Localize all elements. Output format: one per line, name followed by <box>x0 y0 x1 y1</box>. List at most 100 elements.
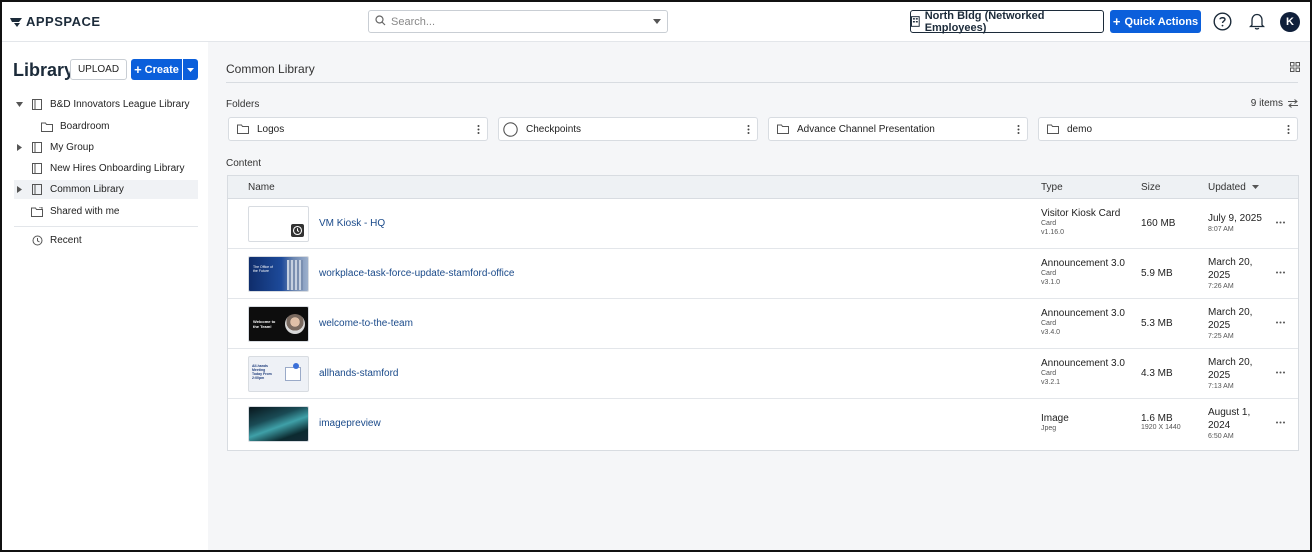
logo-mark-icon <box>10 17 22 27</box>
thumbnail-title: All-hands Meeting Today From 2:00pm <box>252 364 272 380</box>
create-button[interactable]: + Create <box>131 59 182 80</box>
thumbnail: Welcome to the Team! <box>248 306 309 342</box>
content-name-link[interactable]: welcome-to-the-team <box>319 318 413 329</box>
caret-down-icon[interactable] <box>15 102 23 107</box>
thumbnail-title: The Office of the Future <box>253 265 273 273</box>
sidebar-item-boardroom[interactable]: Boardroom <box>14 117 198 136</box>
table-row[interactable]: VM Kiosk - HQ Visitor Kiosk Card Card v1… <box>228 199 1298 249</box>
top-header: APPSPACE North Bldg (Networked Employees… <box>2 2 1310 42</box>
kebab-menu-icon[interactable] <box>747 124 750 134</box>
kebab-menu-icon[interactable] <box>1017 124 1020 134</box>
sidebar-item-my-group[interactable]: My Group <box>14 138 198 157</box>
sort-arrows-icon[interactable] <box>1288 99 1298 108</box>
search-box[interactable] <box>368 10 668 33</box>
sidebar-item-bd-innovators[interactable]: B&D Innovators League Library <box>14 95 198 114</box>
updated-date-line1: March 20, <box>1208 307 1253 318</box>
table-header: Name Type Size Updated <box>228 176 1298 199</box>
type-category: Card <box>1041 320 1057 327</box>
content-heading: Content <box>226 158 262 169</box>
content-name-link[interactable]: imagepreview <box>319 418 381 429</box>
sidebar-item-label: New Hires Onboarding Library <box>50 163 185 174</box>
sidebar-title: Library <box>13 60 75 80</box>
content-table: Name Type Size Updated VM Kiosk - HQ Vis… <box>227 175 1299 451</box>
app-window: APPSPACE North Bldg (Networked Employees… <box>0 0 1312 552</box>
library-icon <box>32 99 42 110</box>
quick-actions-label: Quick Actions <box>1124 15 1199 28</box>
updated-time: 7:25 AM <box>1208 333 1234 340</box>
portrait-photo <box>285 314 305 334</box>
kebab-menu-icon[interactable] <box>477 124 480 134</box>
help-icon[interactable] <box>1213 12 1232 31</box>
history-icon <box>32 235 42 246</box>
appspace-logo[interactable]: APPSPACE <box>10 14 101 29</box>
caret-right-icon[interactable] <box>16 186 22 193</box>
column-header-size[interactable]: Size <box>1141 182 1160 193</box>
column-header-type[interactable]: Type <box>1041 182 1063 193</box>
folder-name: Checkpoints <box>526 123 582 135</box>
item-count: 9 items <box>1251 98 1298 109</box>
column-header-updated[interactable]: Updated <box>1208 182 1246 193</box>
type-category: Card <box>1041 270 1057 277</box>
location-selector-button[interactable]: North Bldg (Networked Employees) <box>910 10 1104 34</box>
folder-name: Advance Channel Presentation <box>797 123 935 135</box>
more-options-icon[interactable] <box>1276 221 1285 224</box>
sidebar-item-shared-with-me[interactable]: Shared with me <box>14 202 198 221</box>
sidebar-item-label: My Group <box>50 142 94 153</box>
chevron-down-icon <box>187 67 194 72</box>
plus-icon: + <box>1112 13 1121 29</box>
library-sidebar: Library UPLOAD + Create B&D Innovators L… <box>2 42 208 550</box>
user-avatar[interactable]: K <box>1280 12 1300 32</box>
table-row[interactable]: All-hands Meeting Today From 2:00pm allh… <box>228 349 1298 399</box>
more-options-icon[interactable] <box>1276 421 1285 424</box>
content-name-link[interactable]: workplace-task-force-update-stamford-off… <box>319 268 514 279</box>
type-label: Image <box>1041 413 1069 424</box>
sidebar-item-common-library[interactable]: Common Library <box>14 180 198 199</box>
create-dropdown-button[interactable] <box>183 59 198 80</box>
more-options-icon[interactable] <box>1276 371 1285 374</box>
folder-icon <box>41 122 53 132</box>
shared-folder-icon <box>31 206 43 217</box>
main-content: Common Library Folders 9 items Logos Che… <box>208 42 1310 550</box>
folder-card-checkpoints[interactable]: Checkpoints <box>498 117 758 141</box>
search-input[interactable] <box>391 13 641 30</box>
kebab-menu-icon[interactable] <box>1287 124 1290 134</box>
type-version: v1.16.0 <box>1041 229 1064 236</box>
size-cell: 5.3 MB <box>1141 318 1201 329</box>
column-header-name[interactable]: Name <box>248 182 275 193</box>
sidebar-item-recent[interactable]: Recent <box>14 231 198 250</box>
folder-card-advance-channel[interactable]: Advance Channel Presentation <box>768 117 1028 141</box>
building-icon <box>911 16 920 27</box>
sort-desc-icon[interactable] <box>1252 185 1259 189</box>
type-label: Announcement 3.0 <box>1041 308 1125 319</box>
table-row[interactable]: The Office of the Future workplace-task-… <box>228 249 1298 299</box>
updated-date: July 9, 2025 <box>1208 213 1262 224</box>
updated-time: 7:26 AM <box>1208 283 1234 290</box>
size-value: 5.3 MB <box>1141 318 1173 329</box>
size-value: 1.6 MB <box>1141 413 1173 424</box>
folder-name: Logos <box>257 123 285 135</box>
updated-date-line2: 2025 <box>1208 320 1231 331</box>
type-cell: Visitor Kiosk Card Card v1.16.0 <box>1041 208 1136 237</box>
updated-cell: August 1, 2024 6:50 AM <box>1208 406 1278 442</box>
updated-cell: March 20, 2025 7:26 AM <box>1208 256 1278 292</box>
table-row[interactable]: imagepreview Image Jpeg 1.6 MB 1920 X 14… <box>228 399 1298 449</box>
plus-icon: + <box>134 61 142 77</box>
sidebar-item-new-hires[interactable]: New Hires Onboarding Library <box>14 159 198 178</box>
sidebar-item-label: B&D Innovators League Library <box>50 99 190 110</box>
chevron-down-icon[interactable] <box>653 19 661 24</box>
folder-card-logos[interactable]: Logos <box>228 117 488 141</box>
type-category: Jpeg <box>1041 425 1057 432</box>
type-label: Visitor Kiosk Card <box>1041 208 1121 219</box>
content-name-link[interactable]: VM Kiosk - HQ <box>319 218 385 229</box>
type-version: v3.4.0 <box>1041 329 1061 336</box>
table-row[interactable]: Welcome to the Team! welcome-to-the-team… <box>228 299 1298 349</box>
quick-actions-button[interactable]: + Quick Actions <box>1110 10 1201 33</box>
grid-view-icon[interactable] <box>1290 62 1300 72</box>
content-name-link[interactable]: allhands-stamford <box>319 368 398 379</box>
caret-right-icon[interactable] <box>16 144 22 151</box>
more-options-icon[interactable] <box>1276 321 1285 324</box>
more-options-icon[interactable] <box>1276 271 1285 274</box>
upload-button[interactable]: UPLOAD <box>70 59 127 80</box>
folder-card-demo[interactable]: demo <box>1038 117 1298 141</box>
bell-icon[interactable] <box>1249 12 1265 30</box>
